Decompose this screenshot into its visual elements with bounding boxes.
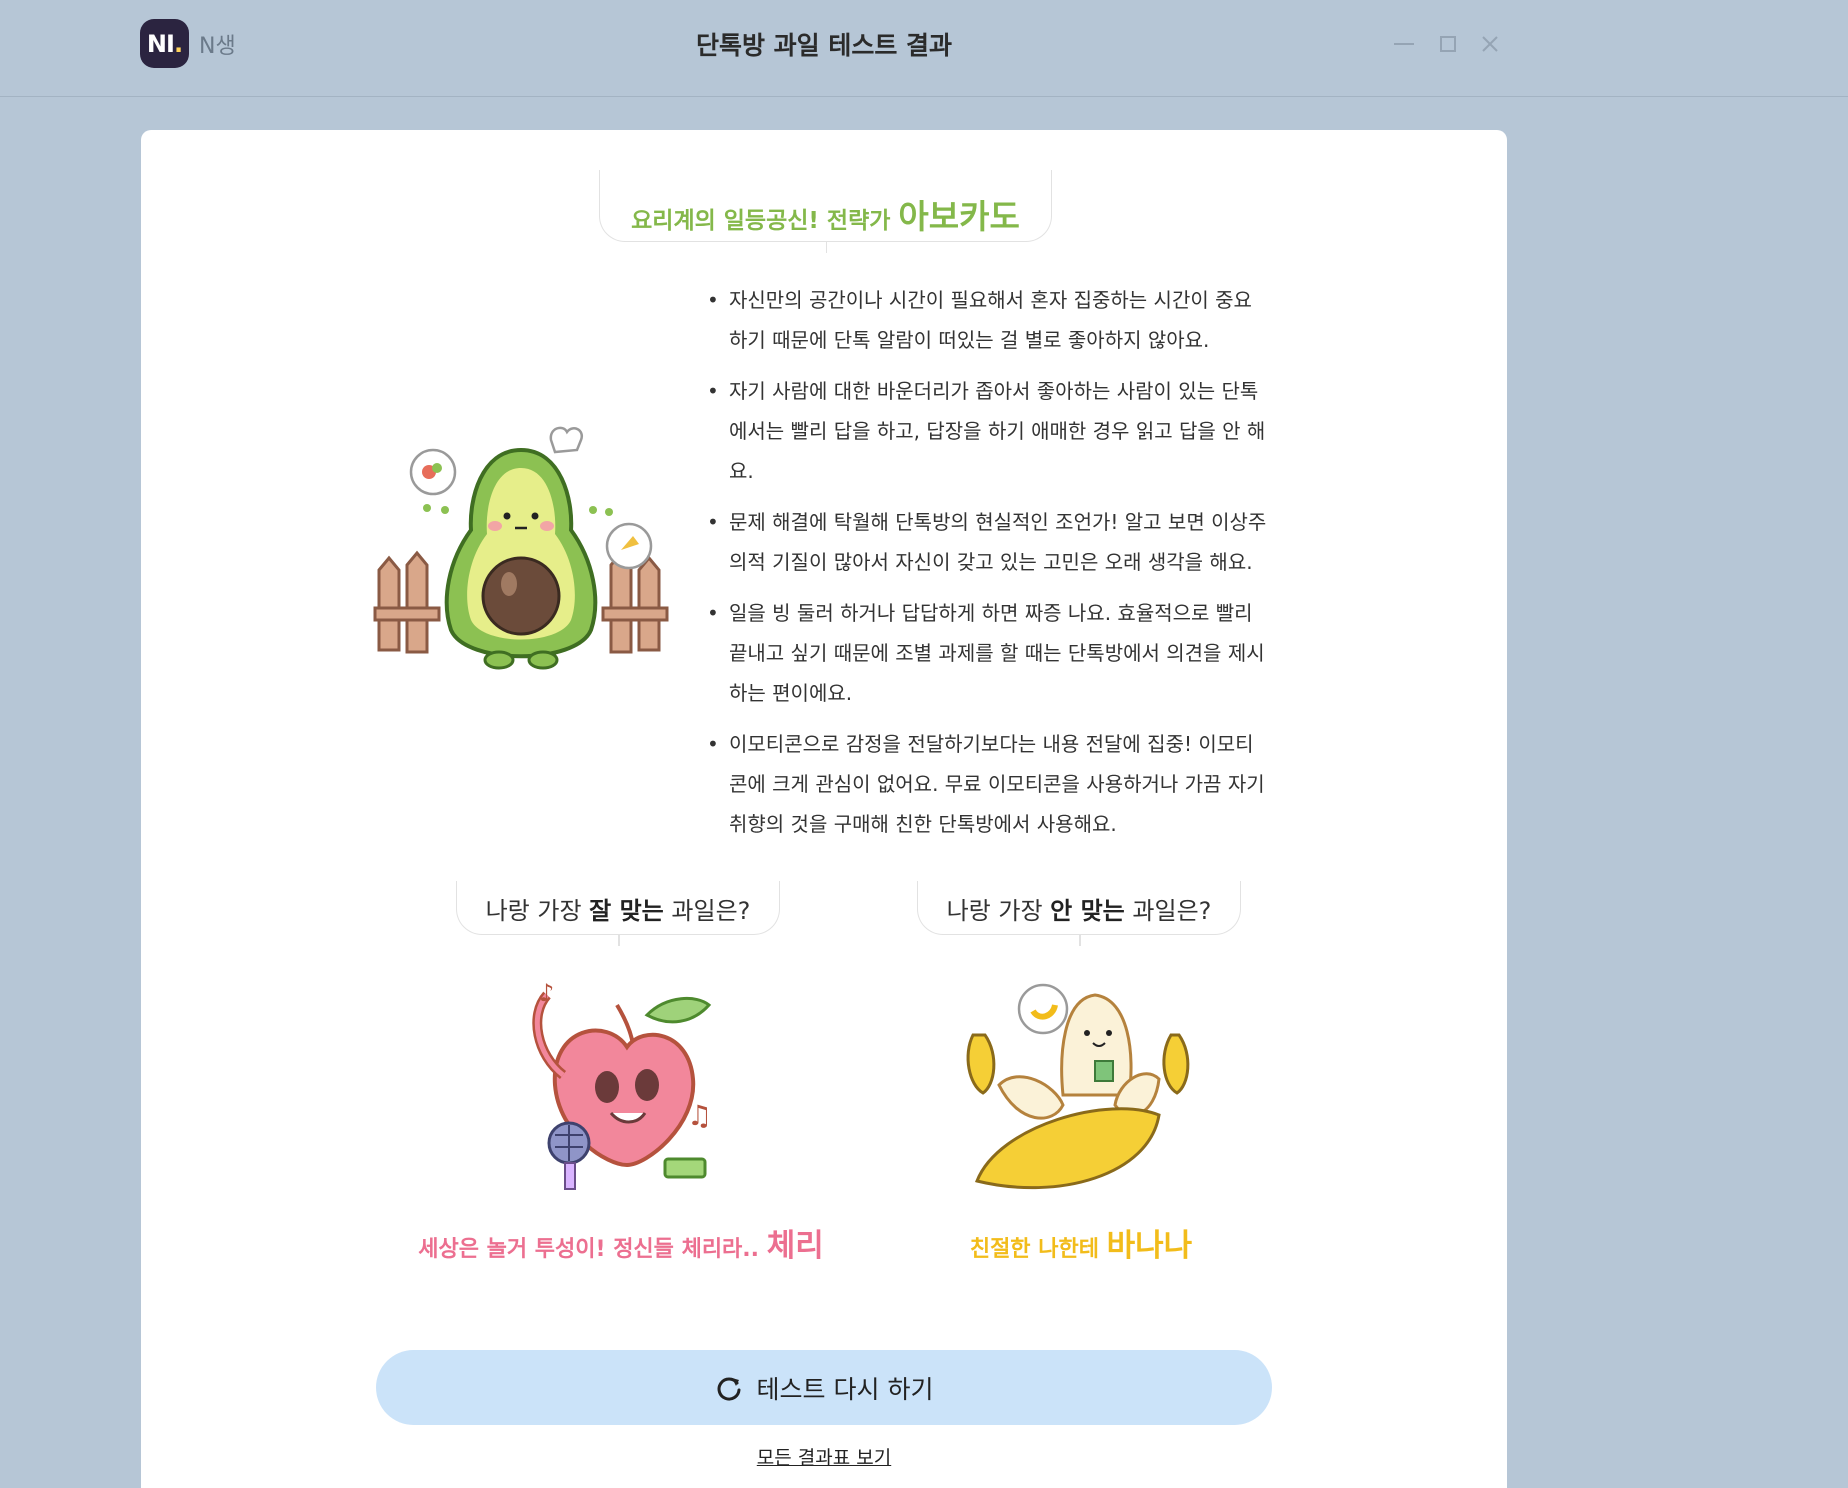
all-results-container: 모든 결과표 보기: [141, 1443, 1507, 1470]
minimize-button[interactable]: [1384, 24, 1424, 64]
minimize-icon: [1394, 43, 1414, 45]
close-icon: [1482, 36, 1498, 52]
maximize-button[interactable]: [1428, 24, 1468, 64]
good-match-question: 나랑 가장 잘 맞는 과일은?: [457, 891, 779, 926]
thought-bubble-right: [589, 506, 653, 570]
good-match-name: 세상은 놀거 투성이! 정신들 체리라.. 체리: [381, 1220, 861, 1265]
bad-match-bubble: 나랑 가장 안 맞는 과일은?: [917, 881, 1241, 946]
avocado-body: [444, 447, 598, 670]
good-match-bubble: 나랑 가장 잘 맞는 과일은?: [456, 881, 780, 946]
good-match-fruit: 체리: [766, 1228, 824, 1264]
bubble-tail: [825, 241, 827, 253]
result-title-bubble: 요리계의 일등공신! 전략가 아보카도: [599, 170, 1052, 253]
bubble-tail: [618, 934, 620, 946]
bad-match-question: 나랑 가장 안 맞는 과일은?: [918, 891, 1240, 926]
result-fruit-name: 아보카도: [898, 197, 1020, 236]
cherry-illustration: ♪ ♫: [532, 979, 712, 1190]
good-question-em: 잘 맞는: [589, 897, 664, 925]
bad-question-em: 안 맞는: [1050, 897, 1125, 925]
close-button[interactable]: [1470, 24, 1510, 64]
bubble-tail: [1079, 934, 1081, 946]
trait-item: 이모티콘으로 감정을 전달하기보다는 내용 전달에 집중! 이모티콘에 크게 관…: [707, 724, 1267, 844]
result-subtitle: 요리계의 일등공신! 전략가: [631, 208, 891, 234]
svg-text:♫: ♫: [687, 1099, 712, 1132]
good-question-post: 과일은?: [671, 897, 751, 925]
trait-item: 일을 빙 둘러 하거나 답답하게 하면 짜증 나요. 효율적으로 빨리 끝내고 …: [707, 593, 1267, 713]
bad-match-subtitle: 친절한 나한테: [969, 1237, 1099, 1262]
trait-item: 문제 해결에 탁월해 단톡방의 현실적인 조언가! 알고 보면 이상주의적 기질…: [707, 502, 1267, 582]
svg-text:♪: ♪: [539, 979, 554, 1007]
avocado-illustration: [373, 426, 669, 670]
trait-item: 자신만의 공간이나 시간이 필요해서 혼자 집중하는 시간이 중요하기 때문에 …: [707, 280, 1267, 360]
trait-item: 자기 사람에 대한 바운더리가 좁아서 좋아하는 사람이 있는 단톡에서는 빨리…: [707, 371, 1267, 491]
all-results-link[interactable]: 모든 결과표 보기: [757, 1447, 891, 1469]
refresh-icon: [717, 1377, 741, 1401]
banana-illustration: [966, 983, 1190, 1190]
thought-bubble-left: [409, 448, 457, 514]
retry-label: 테스트 다시 하기: [756, 1374, 934, 1404]
bad-question-pre: 나랑 가장: [946, 897, 1043, 925]
good-question-pre: 나랑 가장: [485, 897, 582, 925]
result-card: 요리계의 일등공신! 전략가 아보카도 • 자신만의 공간이나 시간이 필요해서…: [141, 130, 1507, 1488]
title-bar: NI. N생 단톡방 과일 테스트 결과: [0, 0, 1848, 97]
maximize-icon: [1440, 36, 1456, 52]
bad-match-fruit: 바나나: [1106, 1228, 1193, 1264]
chef-hat: [549, 426, 584, 454]
fence-left: [373, 550, 441, 654]
trait-list: 자신만의 공간이나 시간이 필요해서 혼자 집중하는 시간이 중요하기 때문에 …: [707, 280, 1267, 855]
result-title: 요리계의 일등공신! 전략가 아보카도: [600, 190, 1051, 238]
bad-match-name: 친절한 나한테 바나나: [841, 1220, 1321, 1265]
retry-test-button[interactable]: 테스트 다시 하기: [376, 1350, 1272, 1425]
good-match-subtitle: 세상은 놀거 투성이! 정신들 체리라..: [418, 1237, 760, 1262]
bad-question-post: 과일은?: [1132, 897, 1212, 925]
